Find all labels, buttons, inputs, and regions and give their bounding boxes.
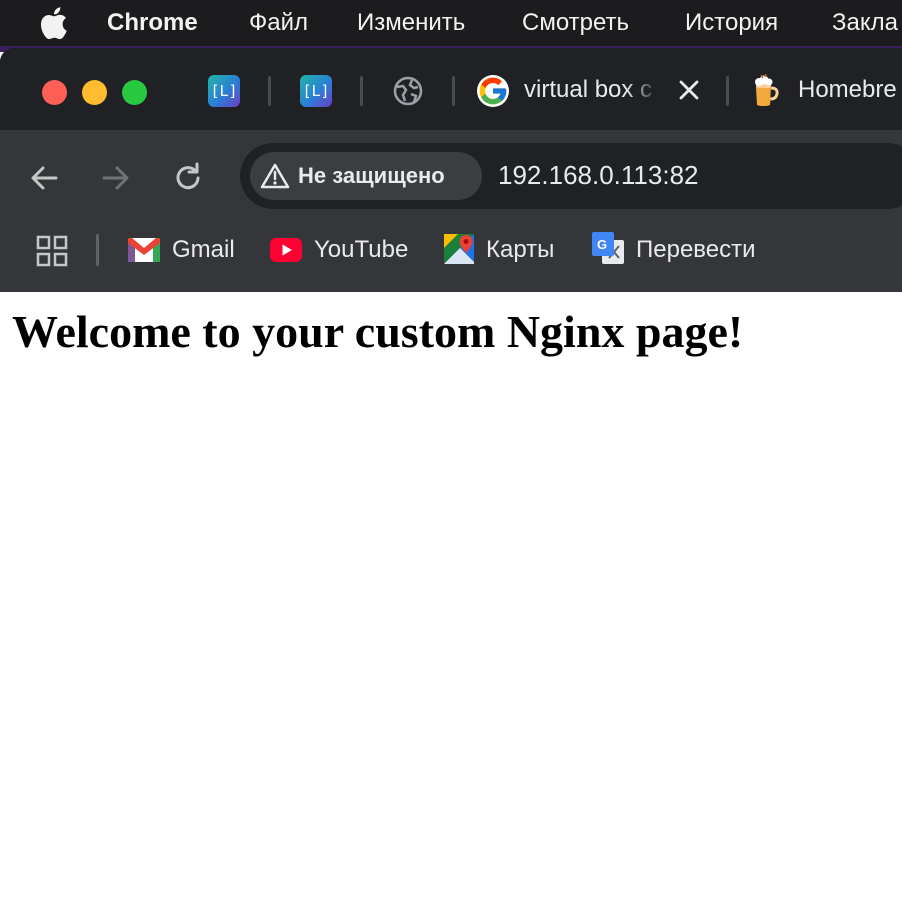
bookmark-label: Перевести bbox=[636, 236, 756, 263]
web-page-content: Welcome to your custom Nginx page! bbox=[0, 292, 902, 902]
menu-view[interactable]: Смотреть bbox=[522, 9, 629, 37]
bookmark-translate[interactable]: G Перевести bbox=[592, 230, 768, 270]
apple-logo-icon[interactable] bbox=[38, 7, 68, 39]
url-text[interactable]: 192.168.0.113:82 bbox=[498, 160, 698, 190]
tab-separator bbox=[360, 76, 363, 106]
tab-separator bbox=[452, 76, 455, 106]
macos-menu-bar: Chrome Файл Изменить Смотреть История За… bbox=[0, 0, 902, 46]
bookmark-youtube[interactable]: YouTube bbox=[270, 230, 415, 270]
bookmarks-separator bbox=[96, 234, 99, 266]
forward-arrow-icon[interactable] bbox=[98, 160, 134, 196]
menu-edit[interactable]: Изменить bbox=[357, 9, 465, 37]
tab-title-active[interactable]: virtual box c bbox=[524, 76, 660, 104]
window-close-button[interactable] bbox=[42, 80, 67, 105]
security-label: Не защищено bbox=[298, 163, 445, 188]
google-maps-icon bbox=[444, 234, 474, 264]
bookmark-gmail[interactable]: Gmail bbox=[128, 230, 240, 270]
apps-grid-icon[interactable] bbox=[36, 235, 68, 267]
gmail-icon bbox=[128, 238, 160, 262]
back-arrow-icon[interactable] bbox=[26, 160, 62, 196]
tab-title-homebrew[interactable]: Homebre bbox=[798, 76, 902, 104]
reload-icon[interactable] bbox=[170, 160, 206, 196]
bookmark-label: YouTube bbox=[314, 236, 409, 263]
address-bar[interactable]: Не защищено 192.168.0.113:82 bbox=[240, 143, 902, 209]
globe-icon[interactable] bbox=[393, 76, 423, 106]
bookmark-maps[interactable]: Карты bbox=[444, 230, 566, 270]
tab-separator bbox=[726, 76, 729, 106]
google-translate-icon: G bbox=[592, 232, 624, 264]
menu-bookmarks[interactable]: Закла bbox=[832, 9, 898, 37]
menu-app-name[interactable]: Chrome bbox=[107, 9, 198, 37]
close-tab-icon[interactable] bbox=[677, 78, 701, 102]
bookmark-label: Карты bbox=[486, 236, 555, 263]
google-icon[interactable] bbox=[477, 75, 509, 107]
security-indicator-button[interactable]: Не защищено bbox=[250, 152, 482, 200]
menu-history[interactable]: История bbox=[685, 9, 778, 37]
chrome-window: [L] [L] virtual box c Homebre Не защищен… bbox=[0, 48, 902, 292]
page-heading: Welcome to your custom Nginx page! bbox=[12, 306, 744, 357]
youtube-icon bbox=[270, 238, 302, 262]
warning-triangle-icon bbox=[260, 163, 290, 189]
l-app-icon[interactable]: [L] bbox=[300, 75, 332, 107]
tab-separator bbox=[268, 76, 271, 106]
menu-file[interactable]: Файл bbox=[249, 9, 308, 37]
browser-toolbar: Не защищено 192.168.0.113:82 Gmail YouTu… bbox=[0, 130, 902, 292]
window-minimize-button[interactable] bbox=[82, 80, 107, 105]
window-maximize-button[interactable] bbox=[122, 80, 147, 105]
bookmark-label: Gmail bbox=[172, 236, 235, 263]
l-app-icon[interactable]: [L] bbox=[208, 75, 240, 107]
homebrew-beer-icon[interactable] bbox=[752, 74, 780, 108]
svg-text:G: G bbox=[597, 237, 607, 252]
